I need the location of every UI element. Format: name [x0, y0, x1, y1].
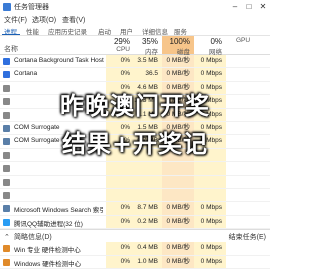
process-row[interactable]: [0, 175, 270, 189]
disk-cell: 0 MB/秒: [162, 202, 194, 215]
header-cpu[interactable]: 29% CPU: [106, 36, 134, 54]
network-cell: 0 Mbps: [194, 202, 226, 215]
memory-cell: 0.2 MB: [134, 215, 162, 229]
network-cell: [194, 162, 226, 175]
process-row[interactable]: Cortana 0%36.5 MB0 MB/秒0 Mbps: [0, 68, 270, 90]
process-icon: [3, 258, 10, 266]
tab-users[interactable]: 用户: [120, 26, 133, 36]
network-cell: 0 Mbps: [194, 255, 226, 269]
menu-view[interactable]: 查看(V): [62, 15, 85, 25]
memory-cell: 36.5 MB: [134, 68, 162, 90]
minimize-button[interactable]: –: [228, 0, 242, 14]
process-row[interactable]: Win 专业 硬件检测中心 0% 0.4 MB 0 MB/秒 0 Mbps: [0, 242, 270, 256]
process-icon: [3, 165, 10, 173]
disk-cell: [162, 175, 194, 188]
process-name: Win 专业 硬件检测中心: [14, 247, 81, 255]
tab-bar: 进程 性能 应用历史记录 启动 用户 详细信息 服务: [0, 25, 270, 36]
disk-cell: [162, 188, 194, 202]
disk-cell: 0 MB/秒: [162, 55, 194, 68]
process-name: 腾讯QQ辅助进程(32 位): [14, 220, 83, 228]
memory-cell: [134, 162, 162, 175]
tab-services[interactable]: 服务: [174, 26, 187, 36]
chevron-up-icon[interactable]: ⌃: [4, 233, 10, 241]
task-manager-icon: [3, 3, 11, 11]
maximize-button[interactable]: □: [242, 0, 256, 14]
header-disk[interactable]: 100% 磁盘: [162, 36, 194, 56]
menu-file[interactable]: 文件(F): [4, 15, 27, 25]
cpu-cell: 0%: [106, 215, 134, 229]
close-button[interactable]: ✕: [256, 0, 270, 14]
process-icon: [3, 58, 10, 65]
process-row[interactable]: [0, 188, 270, 203]
cpu-cell: 0%: [106, 255, 134, 269]
cpu-cell: 0%: [106, 242, 134, 255]
overlay-line-1: 昨晚澳门开奖: [60, 92, 210, 120]
footer-bar: ⌃ 简略信息(D) 结束任务(E): [0, 229, 270, 242]
disk-cell: [162, 162, 194, 175]
disk-cell: 0 MB/秒: [162, 68, 194, 81]
disk-cell: 0 MB/秒: [162, 215, 194, 229]
memory-cell: [134, 188, 162, 202]
tab-app-history[interactable]: 应用历史记录: [48, 26, 87, 36]
process-row[interactable]: [0, 162, 270, 176]
process-row[interactable]: Windows 硬件检测中心 0% 1.0 MB 0 MB/秒 0 Mbps: [0, 255, 270, 269]
overlay-line-2: 结果+开奖记: [61, 130, 209, 158]
cpu-cell: 0%: [106, 202, 134, 215]
menu-options[interactable]: 选项(O): [32, 15, 56, 25]
process-row[interactable]: Microsoft Windows Search 索引 0% 8.7 MB 0 MB/…: [0, 202, 270, 216]
process-icon: [3, 245, 10, 253]
process-name: Cortana Background Task Host: [14, 57, 104, 64]
network-cell: 0 Mbps: [194, 215, 226, 229]
network-cell: 0 Mbps: [194, 68, 226, 81]
title-bar: 任务管理器 – □ ✕: [0, 0, 270, 14]
network-cell: [194, 188, 226, 202]
cpu-cell: 0%: [106, 68, 134, 81]
process-name: Microsoft Windows Search 索引: [14, 207, 104, 215]
tab-details[interactable]: 详细信息: [142, 26, 168, 36]
header-network[interactable]: 0% 网络: [194, 36, 226, 56]
header-memory[interactable]: 35% 内存: [134, 36, 162, 56]
memory-cell: 1.0 MB: [134, 255, 162, 269]
column-header: 名称 29% CPU 35% 内存 100% 磁盘 0% 网络 GPU: [0, 36, 270, 56]
cpu-cell: [106, 162, 134, 175]
tab-startup[interactable]: 启动: [98, 26, 111, 36]
process-icon: [3, 191, 10, 199]
memory-cell: 8.7 MB: [134, 202, 162, 215]
cpu-cell: [106, 188, 134, 202]
process-icon: [3, 71, 10, 79]
process-name: Cortana: [14, 70, 38, 78]
disk-cell: 0 MB/秒: [162, 242, 194, 255]
memory-cell: [134, 175, 162, 188]
process-row[interactable]: Cortana Background Task Host 0% 3.5 MB 0 MB…: [0, 55, 270, 69]
process-icon: [3, 205, 10, 213]
tab-performance[interactable]: 性能: [26, 26, 39, 36]
memory-cell: 3.5 MB: [134, 55, 162, 68]
cpu-cell: 0%: [106, 55, 134, 68]
active-tab-indicator: [2, 34, 20, 35]
process-icon: [3, 218, 10, 226]
menu-bar: 文件(F) 选项(O) 查看(V): [0, 14, 270, 25]
header-gpu[interactable]: GPU: [236, 37, 250, 44]
process-icon: [3, 178, 10, 186]
network-cell: [194, 175, 226, 188]
window-title: 任务管理器: [14, 4, 49, 11]
process-row[interactable]: 腾讯QQ辅助进程(32 位) 0% 0.2 MB 0 MB/秒 0 Mbps: [0, 215, 270, 230]
memory-cell: 0.4 MB: [134, 242, 162, 255]
network-cell: 0 Mbps: [194, 242, 226, 255]
disk-cell: 0 MB/秒: [162, 255, 194, 269]
process-name: Windows 硬件检测中心: [14, 260, 82, 268]
header-name[interactable]: 名称: [4, 44, 18, 54]
cpu-cell: [106, 175, 134, 188]
network-cell: 0 Mbps: [194, 55, 226, 68]
